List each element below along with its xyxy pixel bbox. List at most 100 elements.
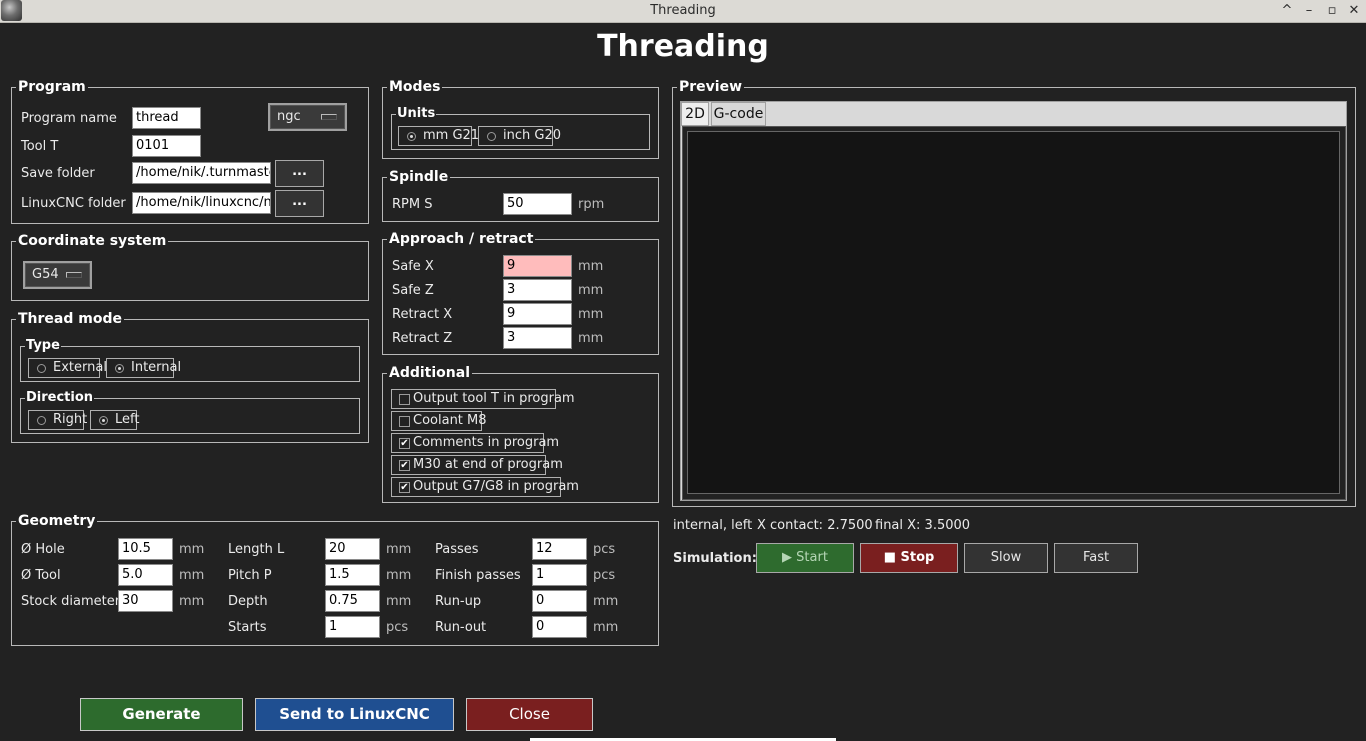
thread-direction-left-label: Left — [115, 412, 140, 427]
save-folder-input[interactable]: /home/nik/.turnmaster/ge — [132, 162, 271, 184]
preview-frame — [682, 126, 1346, 500]
tab-2d[interactable]: 2D — [681, 102, 709, 126]
units-group-label: Units — [396, 106, 437, 122]
linuxcnc-folder-label: LinuxCNC folder — [21, 196, 126, 211]
starts-input[interactable]: 1 — [325, 616, 380, 638]
thread-type-external-radio[interactable]: External — [28, 358, 107, 378]
radio-selected-icon — [115, 364, 124, 373]
depth-unit: mm — [386, 594, 412, 609]
coolant-checkbox[interactable]: Coolant M8 — [391, 411, 487, 431]
window-titlebar: Threading ^ – ▫ ✕ — [0, 0, 1366, 23]
safe-z-input[interactable]: 3 — [503, 279, 572, 301]
window-shade-icon[interactable]: ^ — [1278, 2, 1296, 20]
status-final-x: final X: 3.5000 — [875, 518, 971, 533]
output-tool-checkbox[interactable]: Output tool T in program — [391, 389, 575, 409]
rpm-unit: rpm — [578, 197, 605, 212]
pitch-input[interactable]: 1.5 — [325, 564, 380, 586]
thread-direction-label: Direction — [25, 390, 95, 406]
preview-canvas[interactable] — [687, 131, 1340, 494]
thread-type-internal-label: Internal — [131, 360, 182, 375]
stock-diameter-unit: mm — [179, 594, 205, 609]
length-unit: mm — [386, 542, 412, 557]
m30-checkbox[interactable]: ✔ M30 at end of program — [391, 455, 563, 475]
length-label: Length L — [228, 542, 285, 557]
g7g8-checkbox[interactable]: ✔ Output G7/G8 in program — [391, 477, 579, 497]
hole-input[interactable]: 10.5 — [118, 538, 173, 560]
modes-group-label: Modes — [387, 78, 443, 96]
length-input[interactable]: 20 — [325, 538, 380, 560]
coordinate-system-select[interactable]: G54 — [23, 261, 92, 289]
program-name-input[interactable]: thread — [132, 107, 201, 129]
radio-selected-icon — [407, 132, 416, 141]
retract-z-unit: mm — [578, 331, 604, 346]
units-mm-label: mm G21 — [423, 128, 480, 143]
close-button[interactable]: Close — [466, 698, 593, 731]
preview-group-label: Preview — [677, 78, 745, 96]
retract-x-unit: mm — [578, 307, 604, 322]
safe-x-input[interactable]: 9 — [503, 255, 572, 277]
checkmark-icon: ✔ — [399, 438, 410, 449]
safe-z-unit: mm — [578, 283, 604, 298]
window-title: Threading — [650, 3, 716, 18]
run-up-unit: mm — [593, 594, 619, 609]
generate-button[interactable]: Generate — [80, 698, 243, 731]
hole-label: Ø Hole — [21, 542, 65, 557]
finish-passes-input[interactable]: 1 — [532, 564, 587, 586]
run-out-input[interactable]: 0 — [532, 616, 587, 638]
send-to-linuxcnc-button[interactable]: Send to LinuxCNC — [255, 698, 454, 731]
thread-mode-group-label: Thread mode — [16, 310, 124, 328]
program-format-select[interactable]: ngc — [268, 103, 347, 131]
depth-input[interactable]: 0.75 — [325, 590, 380, 612]
status-mode: internal, left — [673, 518, 753, 533]
tool-t-input[interactable]: 0101 — [132, 135, 201, 157]
linuxcnc-folder-input[interactable]: /home/nik/linuxcnc/nc_fil — [132, 192, 271, 214]
radio-indicator-icon — [37, 364, 46, 373]
passes-unit: pcs — [593, 542, 616, 557]
thread-type-internal-radio[interactable]: Internal — [106, 358, 181, 378]
run-up-label: Run-up — [435, 594, 482, 609]
passes-input[interactable]: 12 — [532, 538, 587, 560]
approach-group-label: Approach / retract — [387, 230, 536, 248]
page-title: Threading — [597, 29, 769, 64]
units-inch-label: inch G20 — [503, 128, 561, 143]
stock-diameter-label: Stock diameter — [21, 594, 121, 609]
simulation-stop-button[interactable]: ■ Stop — [860, 543, 958, 573]
run-out-label: Run-out — [435, 620, 487, 635]
hole-unit: mm — [179, 542, 205, 557]
units-inch-radio[interactable]: inch G20 — [478, 126, 561, 146]
stock-diameter-input[interactable]: 30 — [118, 590, 173, 612]
retract-x-input[interactable]: 9 — [503, 303, 572, 325]
retract-z-input[interactable]: 3 — [503, 327, 572, 349]
retract-z-label: Retract Z — [392, 331, 453, 346]
tool-diameter-input[interactable]: 5.0 — [118, 564, 173, 586]
m30-label: M30 at end of program — [413, 457, 563, 472]
rpm-input[interactable]: 50 — [503, 193, 572, 215]
simulation-fast-button[interactable]: Fast — [1054, 543, 1138, 573]
linuxcnc-folder-browse-button[interactable]: ... — [275, 190, 324, 217]
finish-passes-label: Finish passes — [435, 568, 521, 583]
geometry-group-label: Geometry — [16, 512, 98, 530]
simulation-start-button[interactable]: ▶ Start — [756, 543, 854, 573]
comments-checkbox[interactable]: ✔ Comments in program — [391, 433, 559, 453]
checkbox-unchecked-icon — [399, 416, 410, 427]
starts-unit: pcs — [386, 620, 409, 635]
passes-label: Passes — [435, 542, 479, 557]
comments-label: Comments in program — [413, 435, 560, 450]
window-close-icon[interactable]: ✕ — [1345, 2, 1363, 20]
program-format-value: ngc — [277, 109, 301, 124]
checkbox-unchecked-icon — [399, 394, 410, 405]
simulation-slow-button[interactable]: Slow — [964, 543, 1048, 573]
radio-indicator-icon — [37, 416, 46, 425]
run-up-input[interactable]: 0 — [532, 590, 587, 612]
thread-direction-left-radio[interactable]: Left — [90, 410, 140, 430]
tab-gcode[interactable]: G-code — [711, 102, 766, 126]
save-folder-browse-button[interactable]: ... — [275, 160, 324, 187]
window-minimize-icon[interactable]: – — [1300, 2, 1318, 20]
starts-label: Starts — [228, 620, 267, 635]
window-maximize-icon[interactable]: ▫ — [1323, 2, 1341, 20]
thread-direction-right-radio[interactable]: Right — [28, 410, 87, 430]
pitch-label: Pitch P — [228, 568, 272, 583]
units-mm-radio[interactable]: mm G21 — [398, 126, 479, 146]
status-x-contact: X contact: 2.7500 — [757, 518, 873, 533]
pitch-unit: mm — [386, 568, 412, 583]
